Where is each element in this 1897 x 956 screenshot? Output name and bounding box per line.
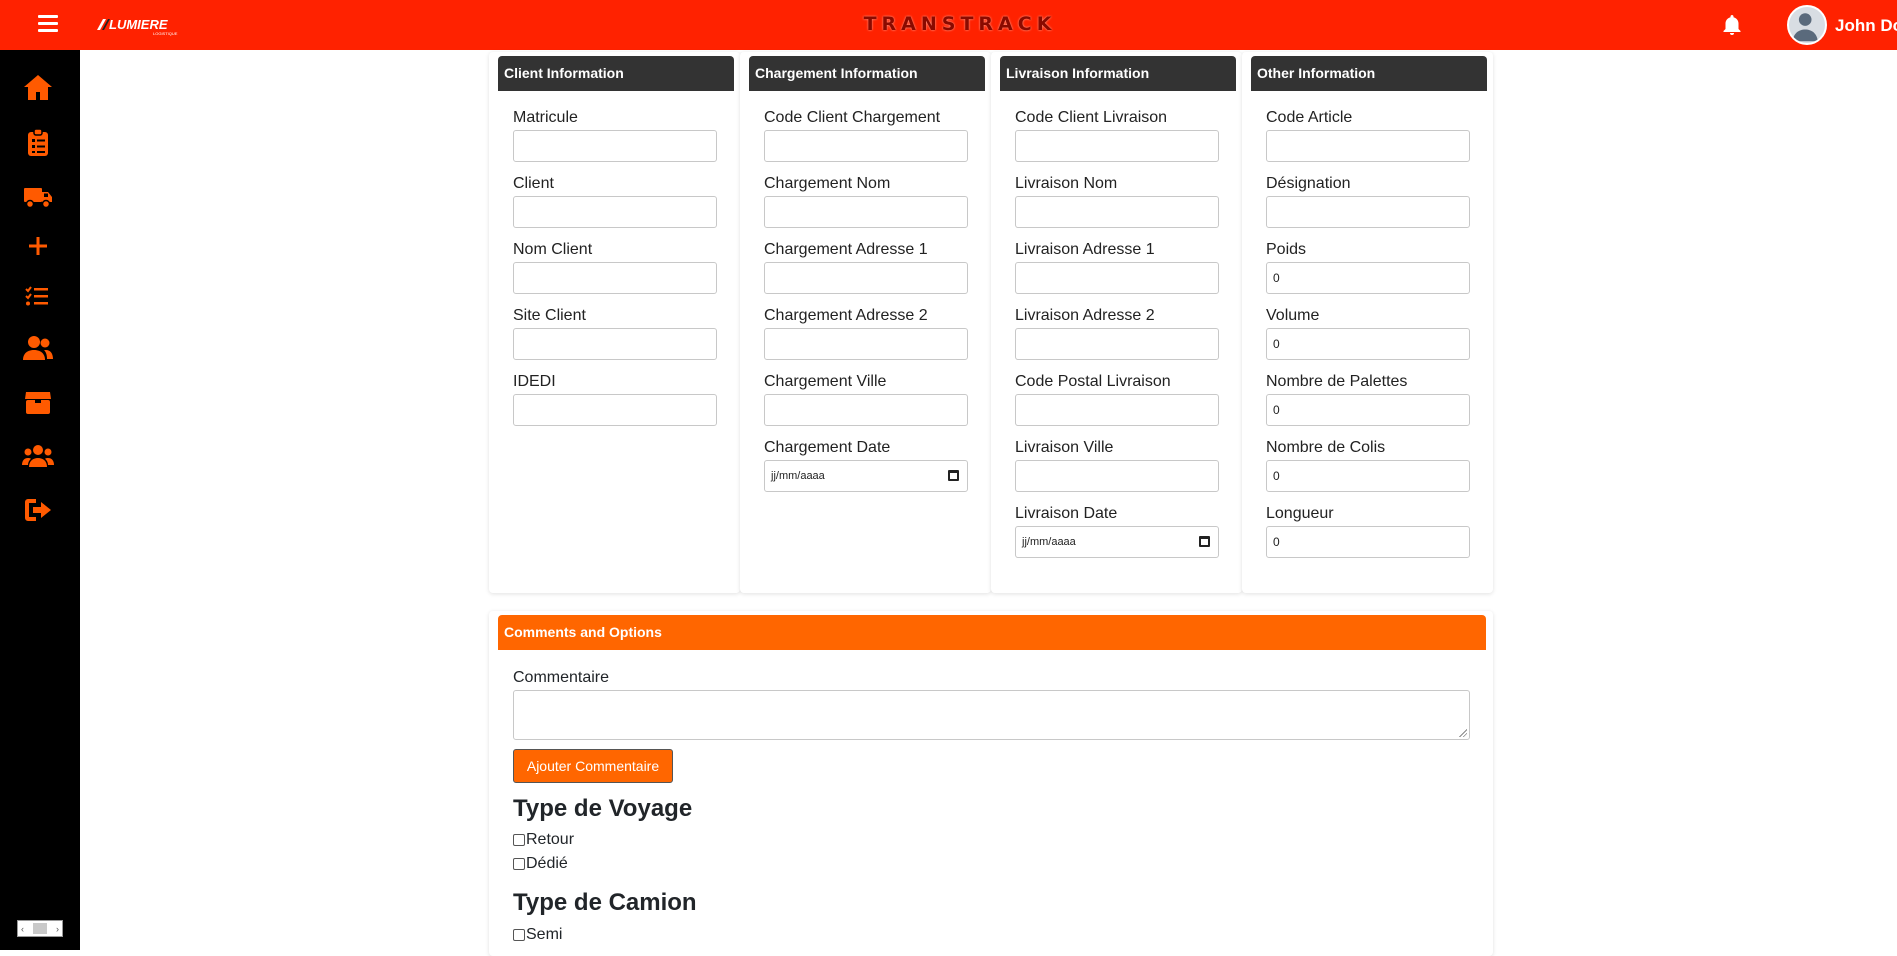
user-name[interactable]: John Doe [1835, 16, 1897, 36]
dedie-label: Dédié [526, 855, 568, 872]
livraison-adresse1-input[interactable] [1015, 262, 1219, 294]
idedi-input[interactable] [513, 394, 717, 426]
app-brand-title: TRANSTRACK [863, 13, 1057, 35]
nombre-palettes-label: Nombre de Palettes [1266, 373, 1408, 390]
task-list-icon[interactable] [20, 278, 56, 314]
chargement-info-card: Chargement Information Code Client Charg… [740, 52, 991, 593]
date-placeholder: jj/mm/aaaa [771, 470, 825, 482]
code-postal-livraison-input[interactable] [1015, 394, 1219, 426]
livraison-adresse2-label: Livraison Adresse 2 [1015, 307, 1155, 324]
nombre-colis-label: Nombre de Colis [1266, 439, 1386, 456]
commentaire-label: Commentaire [513, 669, 610, 686]
livraison-date-input[interactable]: jj/mm/aaaa [1015, 526, 1219, 558]
nombre-palettes-input[interactable] [1266, 394, 1470, 426]
site-client-label: Site Client [513, 307, 586, 324]
nom-client-input[interactable] [513, 262, 717, 294]
dedie-option[interactable]: Dédié [513, 855, 568, 873]
chargement-ville-label: Chargement Ville [764, 373, 887, 390]
client-input[interactable] [513, 196, 717, 228]
chargement-date-label: Chargement Date [764, 439, 891, 456]
livraison-nom-label: Livraison Nom [1015, 175, 1118, 192]
chargement-adresse1-input[interactable] [764, 262, 968, 294]
calendar-icon[interactable] [948, 470, 959, 481]
comments-options-header: Comments and Options [498, 615, 1486, 650]
matricule-input[interactable] [513, 130, 717, 162]
livraison-info-card: Livraison Information Code Client Livrai… [991, 52, 1242, 593]
chargement-adresse1-label: Chargement Adresse 1 [764, 241, 928, 258]
chargement-date-input[interactable]: jj/mm/aaaa [764, 460, 968, 492]
users-icon[interactable] [20, 438, 56, 474]
longueur-label: Longueur [1266, 505, 1334, 522]
semi-option[interactable]: Semi [513, 926, 562, 944]
clipboard-list-icon[interactable] [20, 124, 56, 160]
code-article-input[interactable] [1266, 130, 1470, 162]
chargement-adresse2-input[interactable] [764, 328, 968, 360]
livraison-adresse2-input[interactable] [1015, 328, 1219, 360]
retour-option[interactable]: Retour [513, 831, 574, 849]
truck-icon[interactable] [20, 178, 56, 214]
type-camion-title: Type de Camion [513, 889, 697, 916]
code-postal-livraison-label: Code Postal Livraison [1015, 373, 1171, 390]
volume-input[interactable] [1266, 328, 1470, 360]
code-client-chargement-label: Code Client Chargement [764, 109, 941, 126]
livraison-ville-label: Livraison Ville [1015, 439, 1114, 456]
type-voyage-title: Type de Voyage [513, 795, 693, 822]
nom-client-label: Nom Client [513, 241, 593, 258]
designation-label: Désignation [1266, 175, 1351, 192]
client-label: Client [513, 175, 554, 192]
poids-input[interactable] [1266, 262, 1470, 294]
sidebar: ‹ › [0, 50, 80, 950]
commentaire-textarea[interactable] [513, 690, 1470, 740]
dedie-checkbox[interactable] [513, 858, 525, 870]
retour-label: Retour [526, 831, 575, 848]
client-info-header: Client Information [498, 56, 734, 91]
resize-handle-icon[interactable] [1459, 729, 1467, 737]
site-client-input[interactable] [513, 328, 717, 360]
box-icon[interactable] [20, 384, 56, 420]
scroll-right-icon[interactable]: › [56, 924, 59, 934]
matricule-label: Matricule [513, 109, 578, 126]
retour-checkbox[interactable] [513, 834, 525, 846]
livraison-ville-input[interactable] [1015, 460, 1219, 492]
code-client-livraison-input[interactable] [1015, 130, 1219, 162]
date-placeholder: jj/mm/aaaa [1022, 536, 1076, 548]
livraison-nom-input[interactable] [1015, 196, 1219, 228]
client-info-card: Client Information Matricule Client Nom … [489, 52, 740, 593]
code-client-livraison-label: Code Client Livraison [1015, 109, 1168, 126]
chargement-adresse2-label: Chargement Adresse 2 [764, 307, 928, 324]
bell-icon[interactable] [1720, 13, 1744, 37]
livraison-info-header: Livraison Information [1000, 56, 1236, 91]
plus-icon[interactable] [20, 228, 56, 264]
horizontal-scrollbar[interactable]: ‹ › [17, 920, 63, 937]
poids-label: Poids [1266, 241, 1307, 258]
chargement-nom-input[interactable] [764, 196, 968, 228]
scroll-left-icon[interactable]: ‹ [21, 924, 24, 934]
user-friends-icon[interactable] [20, 330, 56, 366]
home-icon[interactable] [20, 70, 56, 106]
code-client-chargement-input[interactable] [764, 130, 968, 162]
ajouter-commentaire-button[interactable]: Ajouter Commentaire [513, 749, 673, 783]
chargement-info-header: Chargement Information [749, 56, 985, 91]
top-navbar: LUMIERE LOGISTIQUE TRANSTRACK John Doe [0, 0, 1897, 50]
user-avatar[interactable] [1787, 5, 1827, 45]
scroll-thumb[interactable] [33, 923, 47, 934]
livraison-date-label: Livraison Date [1015, 505, 1118, 522]
longueur-input[interactable] [1266, 526, 1470, 558]
code-article-label: Code Article [1266, 109, 1353, 126]
semi-label: Semi [526, 926, 563, 943]
designation-input[interactable] [1266, 196, 1470, 228]
calendar-icon[interactable] [1199, 536, 1210, 547]
semi-checkbox[interactable] [513, 929, 525, 941]
idedi-label: IDEDI [513, 373, 556, 390]
nombre-colis-input[interactable] [1266, 460, 1470, 492]
volume-label: Volume [1266, 307, 1320, 324]
chargement-nom-label: Chargement Nom [764, 175, 891, 192]
other-info-header: Other Information [1251, 56, 1487, 91]
other-info-card: Other Information Code Article Désignati… [1242, 52, 1493, 593]
chargement-ville-input[interactable] [764, 394, 968, 426]
livraison-adresse1-label: Livraison Adresse 1 [1015, 241, 1155, 258]
logout-icon[interactable] [20, 492, 56, 528]
